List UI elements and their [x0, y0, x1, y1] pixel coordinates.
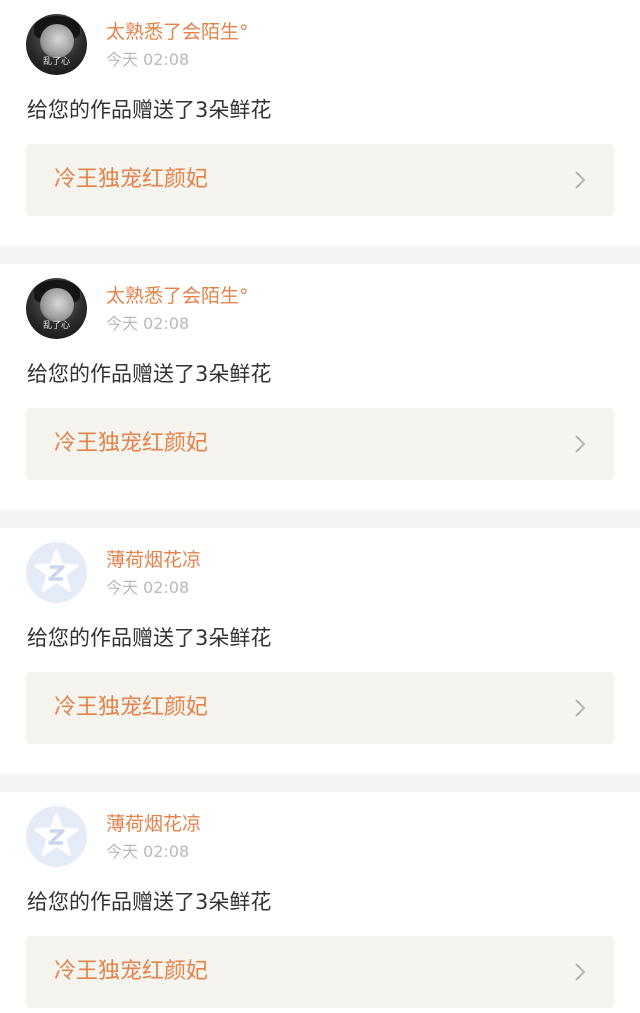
notification-feed: 乱了心 太熟悉了会陌生° 今天 02:08 给您的作品赠送了3朵鲜花 冷王独宠红…: [0, 0, 640, 1013]
divider: [0, 246, 640, 264]
username[interactable]: 薄荷烟花凉: [106, 811, 201, 837]
notification-card: 薄荷烟花凉 今天 02:08 给您的作品赠送了3朵鲜花 冷王独宠红颜妃: [0, 528, 640, 774]
timestamp: 今天 02:08: [106, 842, 190, 861]
work-title: 冷王独宠红颜妃: [54, 959, 209, 984]
timestamp: 今天 02:08: [106, 50, 190, 69]
divider: [0, 774, 640, 792]
work-title: 冷王独宠红颜妃: [54, 167, 209, 192]
notification-message: 给您的作品赠送了3朵鲜花: [27, 890, 272, 914]
default-qzone-avatar-icon[interactable]: [26, 542, 87, 603]
star-z-icon: [34, 549, 79, 592]
avatar-stamp: 乱了心: [42, 321, 70, 331]
work-title: 冷王独宠红颜妃: [54, 431, 209, 456]
username[interactable]: 薄荷烟花凉: [106, 547, 201, 573]
username[interactable]: 太熟悉了会陌生°: [106, 19, 249, 45]
work-link-card[interactable]: 冷王独宠红颜妃: [26, 936, 614, 1008]
chevron-right-icon: [575, 699, 586, 717]
work-title: 冷王独宠红颜妃: [54, 695, 209, 720]
work-link-card[interactable]: 冷王独宠红颜妃: [26, 672, 614, 744]
work-link-card[interactable]: 冷王独宠红颜妃: [26, 408, 614, 480]
work-link-card[interactable]: 冷王独宠红颜妃: [26, 144, 614, 216]
avatar-stamp: 乱了心: [42, 57, 70, 67]
avatar-face: [40, 24, 74, 58]
notification-card: 薄荷烟花凉 今天 02:08 给您的作品赠送了3朵鲜花 冷王独宠红颜妃: [0, 792, 640, 1013]
notification-message: 给您的作品赠送了3朵鲜花: [27, 362, 272, 386]
chevron-right-icon: [575, 171, 586, 189]
chevron-right-icon: [575, 435, 586, 453]
chevron-right-icon: [575, 963, 586, 981]
notification-card: 乱了心 太熟悉了会陌生° 今天 02:08 给您的作品赠送了3朵鲜花 冷王独宠红…: [0, 264, 640, 510]
timestamp: 今天 02:08: [106, 314, 190, 333]
user-avatar[interactable]: 乱了心: [26, 278, 87, 339]
notification-message: 给您的作品赠送了3朵鲜花: [27, 626, 272, 650]
notification-message: 给您的作品赠送了3朵鲜花: [27, 98, 272, 122]
star-z-icon: [34, 813, 79, 856]
divider: [0, 510, 640, 528]
user-avatar[interactable]: 乱了心: [26, 14, 87, 75]
timestamp: 今天 02:08: [106, 578, 190, 597]
avatar-face: [40, 288, 74, 322]
notification-card: 乱了心 太熟悉了会陌生° 今天 02:08 给您的作品赠送了3朵鲜花 冷王独宠红…: [0, 0, 640, 246]
default-qzone-avatar-icon[interactable]: [26, 806, 87, 867]
username[interactable]: 太熟悉了会陌生°: [106, 283, 249, 309]
